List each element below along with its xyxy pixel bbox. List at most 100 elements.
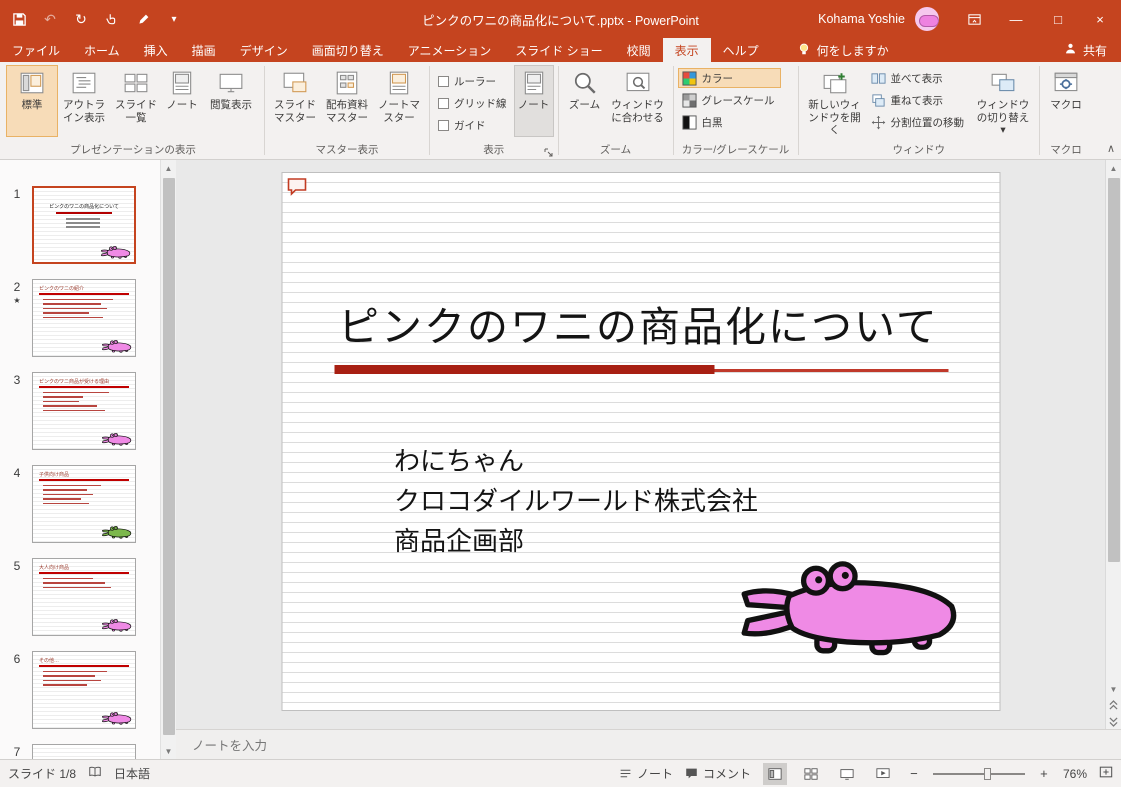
next-slide-button[interactable]	[1106, 713, 1121, 729]
slide-canvas[interactable]: ピンクのワニの商品化について わにちゃん クロコダイルワールド株式会社 商品企画…	[176, 160, 1105, 729]
editor-scrollbar[interactable]: ▲ ▼	[1105, 160, 1121, 729]
slide-editor[interactable]: ピンクのワニの商品化について わにちゃん クロコダイルワールド株式会社 商品企画…	[281, 172, 1000, 711]
notes-page-button[interactable]: ノート	[162, 65, 202, 137]
zoom-percentage[interactable]: 76%	[1063, 767, 1087, 781]
scrollbar-thumb[interactable]	[1107, 178, 1120, 562]
zoom-slider[interactable]	[932, 767, 1025, 780]
tab-view[interactable]: 表示	[662, 38, 711, 62]
maximize-button[interactable]: □	[1037, 0, 1079, 38]
customize-qat-icon[interactable]: ▾	[165, 10, 183, 28]
tell-me-box[interactable]: 何をしますか	[789, 38, 897, 62]
slide-thumbnail-6[interactable]: その他…	[32, 651, 136, 729]
black-white-button[interactable]: 白黒	[678, 112, 782, 132]
ruler-checkbox[interactable]: ルーラー	[434, 71, 514, 91]
close-button[interactable]: ×	[1079, 0, 1121, 38]
comments-toggle[interactable]: コメント	[685, 765, 751, 782]
slide-master-button[interactable]: スライドマスター	[269, 65, 321, 137]
slide-number: 5	[13, 559, 21, 573]
slide-sorter-button-status[interactable]	[799, 763, 823, 785]
new-window-button[interactable]: 新しいウィンドウを開く	[803, 65, 867, 140]
cascade-button[interactable]: 重ねて表示	[867, 90, 972, 110]
guides-checkbox[interactable]: ガイド	[434, 115, 514, 135]
move-split-button[interactable]: 分割位置の移動	[867, 112, 972, 132]
reading-view-button-status[interactable]	[835, 763, 859, 785]
slide-thumbnail-1[interactable]: ピンクのワニの商品化について	[32, 186, 136, 264]
language-indicator[interactable]: 日本語	[114, 765, 150, 782]
scroll-up-icon[interactable]: ▲	[161, 160, 177, 176]
tab-home[interactable]: ホーム	[72, 38, 132, 62]
touch-mode-icon[interactable]	[103, 10, 121, 28]
slide-sorter-icon	[124, 73, 148, 93]
thumbnail-scrollbar[interactable]: ▲ ▼	[160, 160, 176, 759]
save-icon[interactable]	[10, 10, 28, 28]
slide-thumbnail-4[interactable]: 子供向け商品	[32, 465, 136, 543]
scrollbar-thumb[interactable]	[162, 178, 175, 735]
thumbnail-row-3: 3 ピンクのワニ商品が受ける理由	[0, 372, 160, 450]
ribbon-display-options-icon[interactable]	[953, 0, 995, 38]
slide-sorter-button[interactable]: スライド一覧	[110, 65, 162, 137]
thumbnail-row-4: 4 子供向け商品	[0, 465, 160, 543]
crocodile-graphic[interactable]	[737, 555, 965, 657]
zoom-in-button[interactable]: +	[1037, 766, 1051, 781]
title-bar: ↶ ↻ ▾ ピンクのワニの商品化について.pptx - PowerPoint K…	[0, 0, 1121, 38]
handout-master-button[interactable]: 配布資料マスター	[321, 65, 373, 137]
grayscale-button[interactable]: グレースケール	[678, 90, 782, 110]
notes-master-button[interactable]: ノートマスター	[373, 65, 425, 137]
proofing-icon[interactable]	[88, 765, 102, 782]
tab-design[interactable]: デザイン	[228, 38, 300, 62]
zoom-button[interactable]: ズーム	[563, 65, 607, 137]
previous-slide-button[interactable]	[1106, 697, 1121, 713]
notes-toggle-button[interactable]: ノート	[513, 65, 554, 137]
slideshow-button-status[interactable]	[871, 763, 895, 785]
outline-view-button[interactable]: アウトライン表示	[58, 65, 110, 137]
switch-windows-button[interactable]: ウィンドウの切り替え ▾	[971, 65, 1035, 140]
thumbnail-row-7: 7	[0, 744, 160, 759]
handout-master-icon	[336, 71, 358, 95]
share-button[interactable]: 共有	[1050, 38, 1121, 62]
new-window-icon	[823, 73, 846, 94]
slide-thumbnail-2[interactable]: ピンクのワニの紹介	[32, 279, 136, 357]
slide-thumbnail-3[interactable]: ピンクのワニ商品が受ける理由	[32, 372, 136, 450]
tab-review[interactable]: 校閲	[615, 38, 663, 62]
undo-icon[interactable]: ↶	[41, 10, 59, 28]
notes-pane[interactable]: ノートを入力	[176, 729, 1121, 759]
fit-to-window-button[interactable]: ウィンドウに合わせる	[607, 65, 669, 137]
zoom-out-button[interactable]: −	[907, 766, 921, 781]
color-button[interactable]: カラー	[677, 68, 782, 88]
slide-counter[interactable]: スライド 1/8	[8, 765, 76, 782]
scroll-down-icon[interactable]: ▼	[1106, 681, 1121, 697]
tab-slideshow[interactable]: スライド ショー	[503, 38, 614, 62]
animation-star-icon: ★	[13, 296, 21, 305]
reading-view-button[interactable]: 閲覧表示	[202, 65, 260, 137]
tab-file[interactable]: ファイル	[0, 38, 72, 62]
notes-toggle[interactable]: ノート	[619, 765, 673, 782]
collapse-ribbon-icon[interactable]: ∧	[1107, 142, 1115, 155]
dialog-launcher-icon[interactable]	[544, 145, 555, 157]
tab-draw[interactable]: 描画	[180, 38, 228, 62]
slide-number: 7	[13, 745, 21, 759]
comment-indicator-icon[interactable]	[286, 177, 308, 197]
macro-button[interactable]: マクロ	[1044, 65, 1088, 137]
slide-title-text[interactable]: ピンクのワニの商品化について	[338, 293, 939, 353]
user-name: Kohama Yoshie	[818, 12, 905, 26]
redo-icon[interactable]: ↻	[72, 10, 90, 28]
gridlines-checkbox[interactable]: グリッド線	[434, 93, 514, 113]
slide-thumbnail-7[interactable]	[32, 744, 136, 759]
pen-icon[interactable]	[134, 10, 152, 28]
normal-view-button-status[interactable]	[762, 762, 787, 785]
tab-animations[interactable]: アニメーション	[396, 38, 504, 62]
tab-insert[interactable]: 挿入	[132, 38, 180, 62]
slide-thumbnail-5[interactable]: 大人向け商品	[32, 558, 136, 636]
arrange-all-button[interactable]: 並べて表示	[867, 68, 972, 88]
tab-transitions[interactable]: 画面切り替え	[300, 38, 396, 62]
user-avatar[interactable]	[915, 7, 939, 31]
notes-placeholder[interactable]: ノートを入力	[192, 735, 267, 754]
scroll-up-icon[interactable]: ▲	[1106, 160, 1121, 176]
zoom-slider-thumb[interactable]	[983, 767, 991, 780]
slide-subtitle-text[interactable]: わにちゃん クロコダイルワールド株式会社 商品企画部	[394, 441, 758, 561]
fit-slide-to-window-icon[interactable]	[1099, 765, 1113, 782]
tab-help[interactable]: ヘルプ	[711, 38, 771, 62]
normal-view-button[interactable]: 標準	[6, 65, 58, 137]
scroll-down-icon[interactable]: ▼	[161, 743, 177, 759]
minimize-button[interactable]: —	[995, 0, 1037, 38]
